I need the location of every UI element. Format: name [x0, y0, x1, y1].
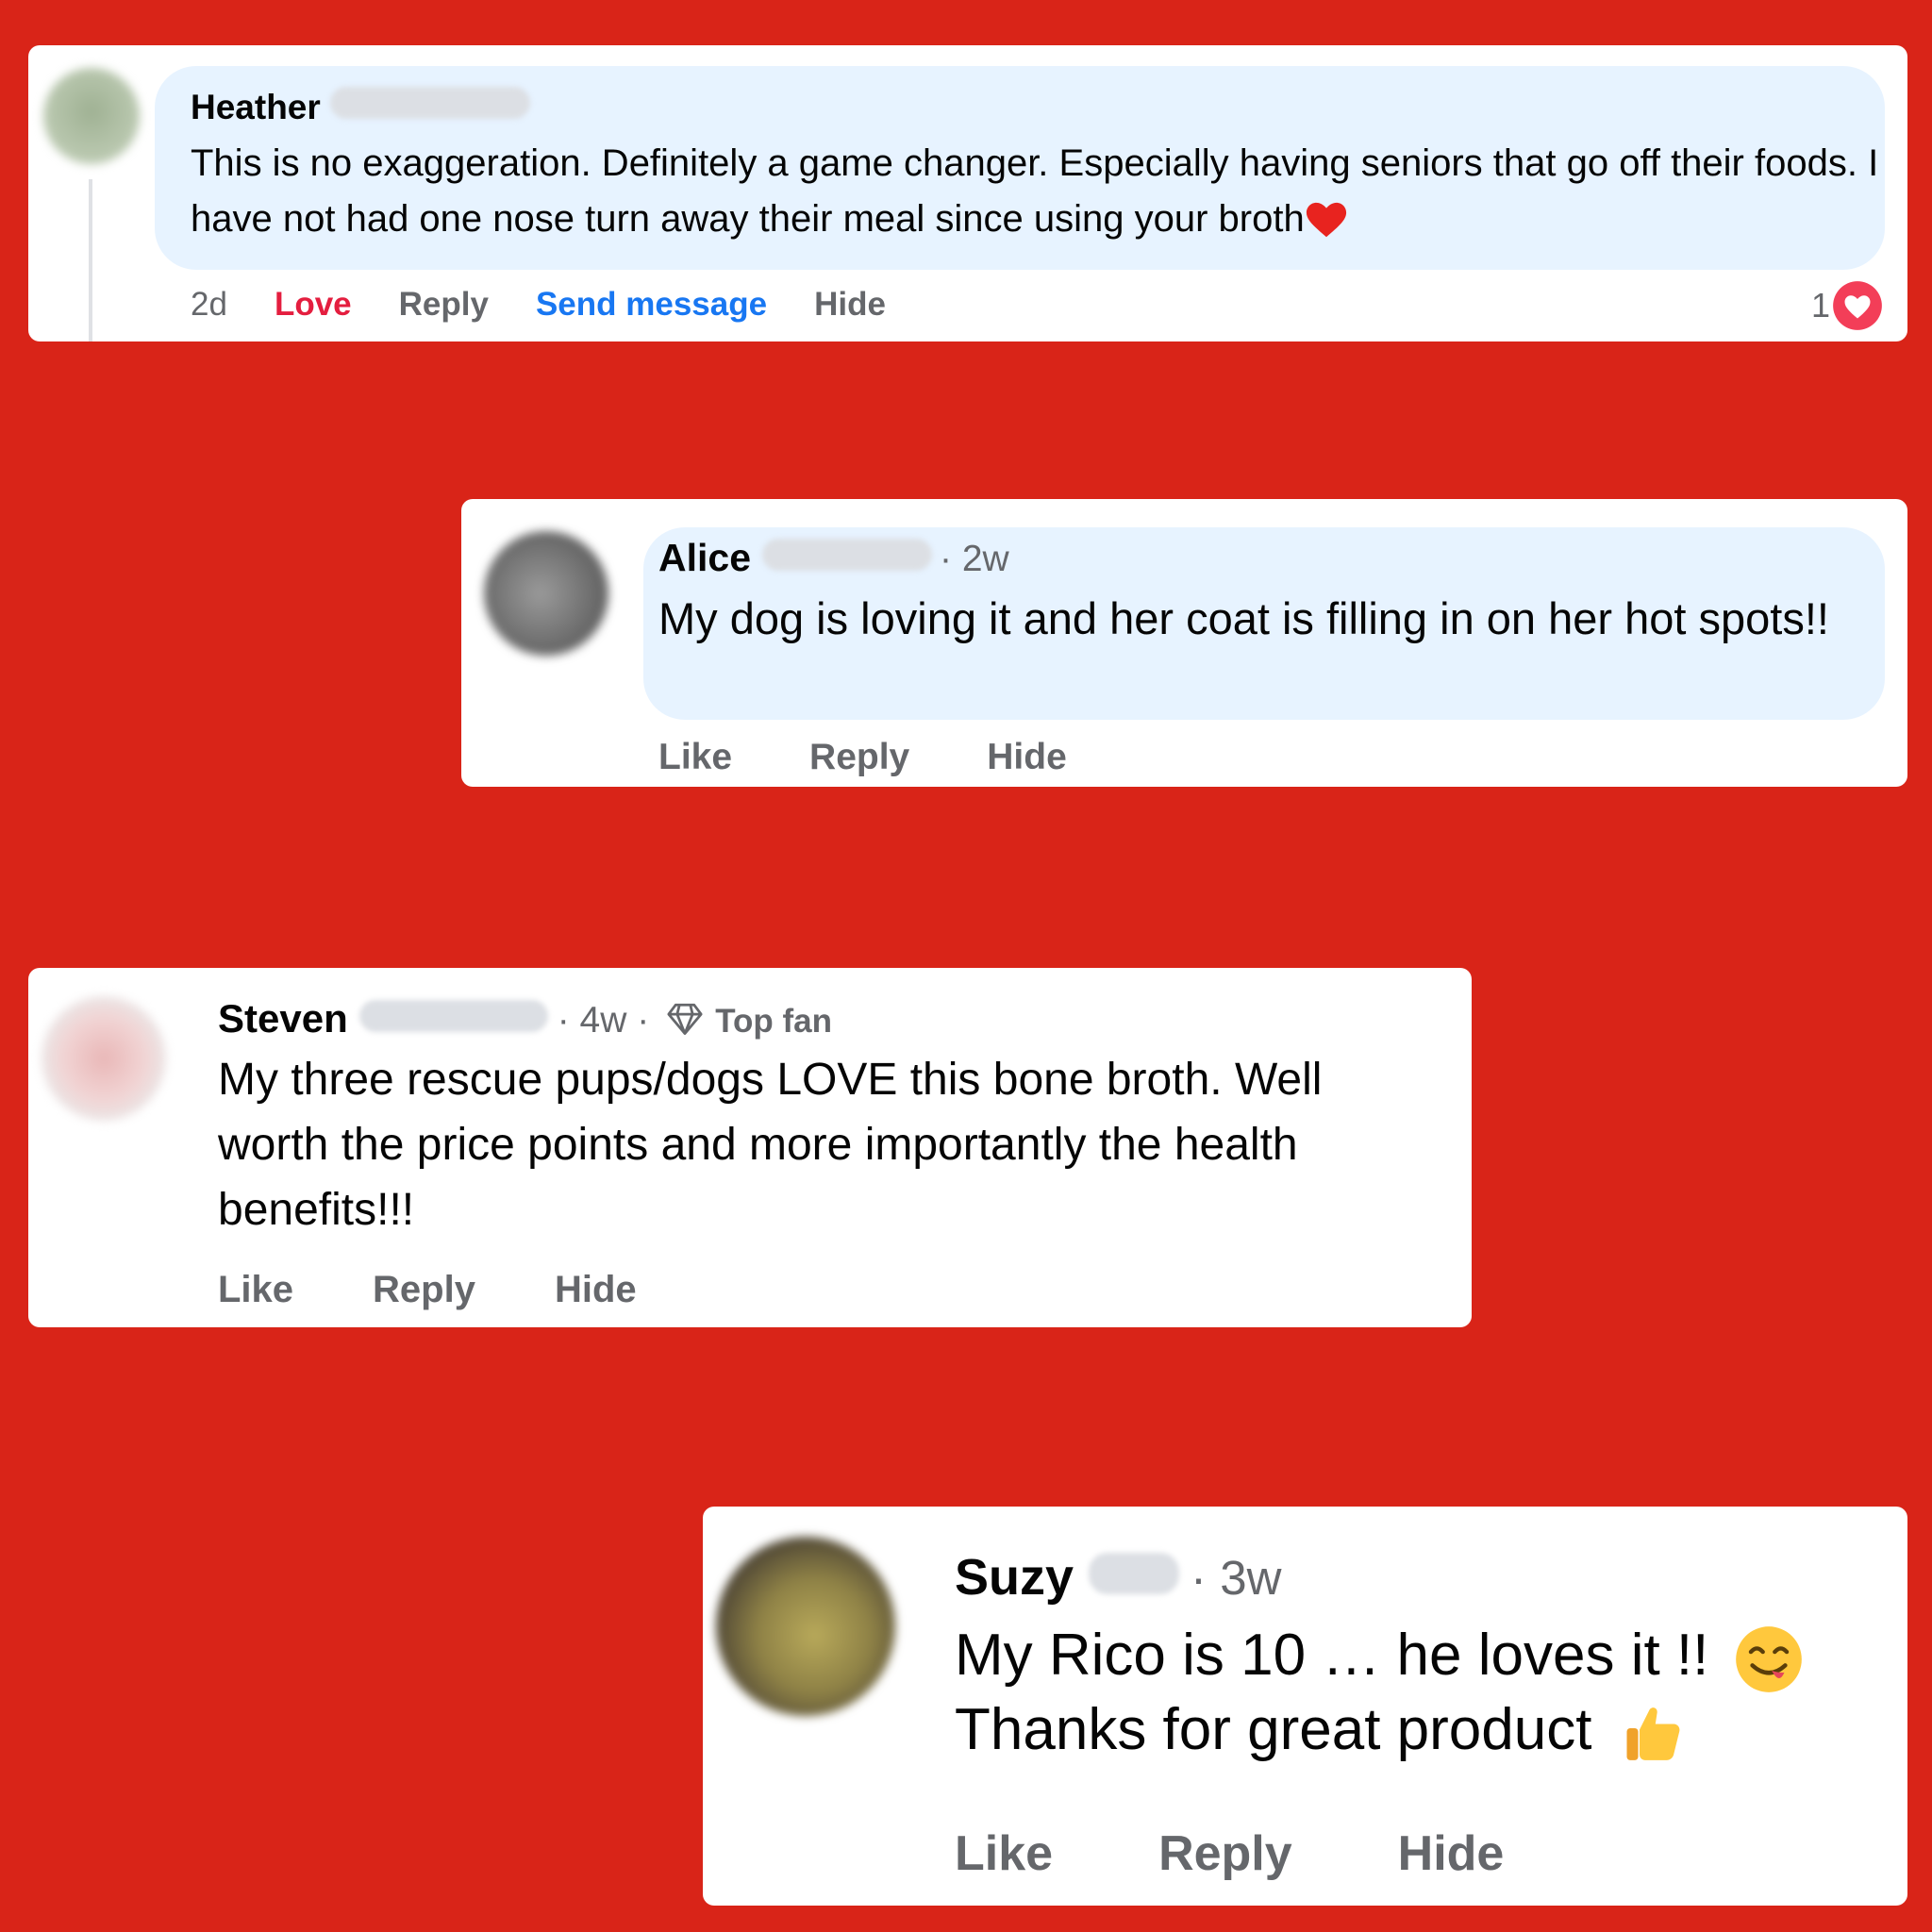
avatar[interactable] [484, 531, 608, 656]
reply-button[interactable]: Reply [399, 286, 489, 324]
comment-line: Thanks for great product [955, 1689, 1898, 1771]
send-message-button[interactable]: Send message [536, 286, 767, 324]
diamond-icon [667, 1003, 703, 1035]
like-button[interactable]: Like [955, 1825, 1053, 1882]
comment-line: My Rico is 10 … he loves it !! [955, 1614, 1898, 1696]
timestamp[interactable]: · 2w [940, 539, 1009, 580]
comment-body: This is no exaggeration. Definitely a ga… [191, 142, 1879, 240]
comment-header: Steven · 4w · Top fan [218, 996, 832, 1041]
redacted-surname [358, 1000, 548, 1032]
comment-card-heather: Heather This is no exaggeration. Definit… [28, 45, 1907, 341]
love-reaction-icon [1833, 281, 1882, 330]
comment-header: Alice · 2w [658, 536, 1009, 580]
timestamp[interactable]: · 4w · [558, 1000, 650, 1041]
top-fan-badge: Top fan [715, 1003, 832, 1040]
avatar[interactable] [42, 996, 166, 1121]
reaction-count: 1 [1810, 286, 1830, 325]
savoring-face-emoji [1735, 1625, 1802, 1692]
reply-button[interactable]: Reply [809, 737, 909, 778]
hide-button[interactable]: Hide [987, 737, 1067, 778]
timestamp[interactable]: 2d [191, 286, 227, 324]
comment-actions: Like Reply Hide [658, 735, 1067, 780]
comment-card-alice: Alice · 2w My dog is loving it and her c… [461, 499, 1907, 787]
avatar[interactable] [43, 68, 140, 164]
comment-actions: Like Reply Hide [955, 1824, 1504, 1883]
timestamp[interactable]: · 3w [1191, 1550, 1281, 1606]
commenter-name[interactable]: Alice [658, 536, 751, 580]
love-reaction-button[interactable]: Love [275, 286, 352, 324]
comment-header: Heather [191, 87, 530, 127]
comment-text: My dog is loving it and her coat is fill… [658, 593, 1829, 643]
like-button[interactable]: Like [218, 1269, 293, 1311]
comment-card-steven: Steven · 4w · Top fan My three rescue pu… [28, 968, 1472, 1327]
redacted-surname [1089, 1553, 1180, 1594]
comment-header: Suzy · 3w [955, 1548, 1281, 1607]
comment-text: This is no exaggeration. Definitely a ga… [191, 136, 1879, 247]
comment-card-suzy: Suzy · 3w My Rico is 10 … he loves it !!… [703, 1507, 1907, 1906]
commenter-name[interactable]: Steven [218, 996, 348, 1041]
reaction-summary[interactable]: 1 [1811, 281, 1883, 330]
redacted-surname [329, 87, 530, 119]
avatar[interactable] [716, 1537, 895, 1716]
hide-button[interactable]: Hide [1398, 1825, 1505, 1882]
hide-button[interactable]: Hide [814, 286, 886, 324]
hide-button[interactable]: Hide [555, 1269, 637, 1311]
like-button[interactable]: Like [658, 737, 732, 778]
comment-actions: Like Reply Hide [218, 1266, 637, 1313]
thread-line [89, 179, 92, 341]
thumbs-up-emoji [1626, 1707, 1680, 1760]
comment-text: My Rico is 10 … he loves it !! Thanks fo… [955, 1614, 1898, 1771]
commenter-name[interactable]: Heather [191, 88, 321, 127]
commenter-name[interactable]: Suzy [955, 1548, 1074, 1607]
redacted-surname [762, 539, 932, 571]
comment-actions: 2d Love Reply Send message Hide [191, 283, 886, 326]
reply-button[interactable]: Reply [1158, 1825, 1292, 1882]
heart-emoji [1306, 203, 1346, 238]
reply-button[interactable]: Reply [373, 1269, 475, 1311]
comment-text: My three rescue pups/dogs LOVE this bone… [218, 1055, 1323, 1235]
